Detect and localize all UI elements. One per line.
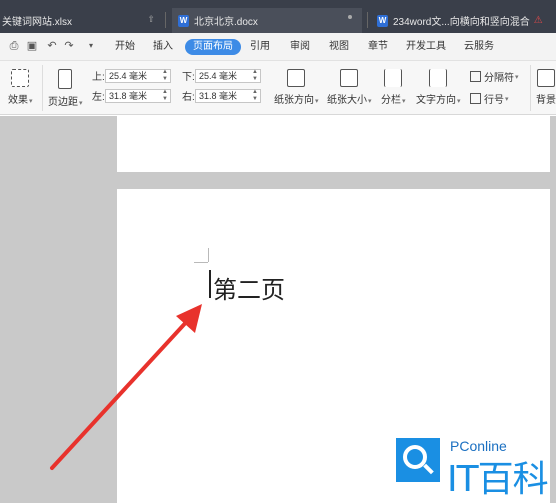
watermark-brand-main: IT百科	[447, 459, 549, 500]
magnifier-handle	[423, 463, 434, 475]
annotation-arrow	[50, 304, 202, 470]
pconline-logo-icon	[396, 438, 440, 482]
arrow-shaft	[50, 316, 192, 470]
